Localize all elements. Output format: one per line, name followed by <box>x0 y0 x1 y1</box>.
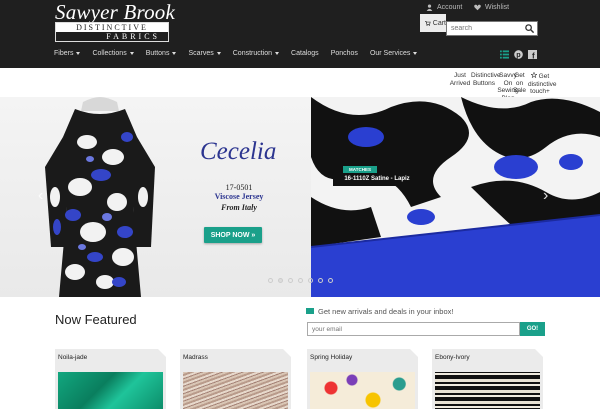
hero-title: Cecelia <box>200 138 277 165</box>
product-name: Noila-jade <box>58 354 88 361</box>
pinterest-icon[interactable]: p <box>514 50 523 59</box>
main-nav: Fibers Collections Buttons Scarves Construct… <box>54 50 429 57</box>
nav-item-label: Ponchos <box>330 50 358 57</box>
mail-icon <box>306 308 314 314</box>
dress-image <box>45 97 155 297</box>
cart-label: Cart <box>432 19 446 27</box>
section-title: Now Featured <box>55 312 137 327</box>
heart-icon <box>474 4 481 11</box>
product-card[interactable]: Noila-jade <box>55 349 166 409</box>
hero-slider[interactable]: Cecelia 17-0501 Viscose Jersey From Ital… <box>0 97 600 297</box>
email-field[interactable] <box>307 322 520 336</box>
newsletter-text: Get new arrivals and deals in your inbox… <box>318 307 454 316</box>
nav-item-label: Buttons <box>145 50 170 57</box>
caret-down-icon <box>413 52 418 55</box>
slide-dot[interactable] <box>328 278 333 283</box>
nav-item-label: Fibers <box>54 50 74 57</box>
slide-dot[interactable] <box>308 278 313 283</box>
subnav-distinctive-touch[interactable]: Get distinctive touch+ <box>528 71 557 96</box>
product-card[interactable]: Madrass <box>180 349 291 409</box>
logo-line-fabrics: FABRICS <box>106 32 160 41</box>
svg-text:f: f <box>532 52 535 59</box>
slide-dot[interactable] <box>278 278 283 283</box>
product-name: Ebony-Ivory <box>435 354 470 361</box>
wishlist-label: Wishlist <box>485 4 510 11</box>
nav-item-label: Scarves <box>188 50 214 57</box>
nav-item-collections[interactable]: Collections <box>92 50 139 57</box>
caret-down-icon <box>216 52 221 55</box>
caret-down-icon <box>129 52 134 55</box>
nav-item-our-services[interactable]: Our Services <box>370 50 423 57</box>
svg-text:p: p <box>516 50 521 59</box>
slide-dot[interactable] <box>288 278 293 283</box>
slide-dot[interactable] <box>268 278 273 283</box>
fabric-pattern-image <box>311 97 600 297</box>
cart-icon <box>425 20 431 26</box>
matches-tag: MATCHES WITH <box>343 166 377 179</box>
nav-item-label: Construction <box>232 50 273 57</box>
account-link[interactable]: Account <box>426 4 462 11</box>
caret-down-icon <box>172 52 177 55</box>
list-icon[interactable] <box>500 50 509 59</box>
cart-button[interactable]: Cart <box>420 14 446 32</box>
hero-slide-right: › <box>311 97 600 297</box>
slide-dots <box>268 278 333 283</box>
next-arrow-icon[interactable]: › <box>543 187 548 205</box>
logo-line-distinctive: DISTINCTIVE <box>56 23 168 32</box>
caret-down-icon <box>275 52 280 55</box>
nav-item-fibers[interactable]: Fibers <box>54 50 86 57</box>
subnav-just-arrived[interactable]: Just Arrived <box>449 72 471 87</box>
nav-item-scarves[interactable]: Scarves <box>188 50 226 57</box>
product-name: Spring Holiday <box>310 354 353 361</box>
card-corner <box>283 349 291 357</box>
slide-dot[interactable] <box>318 278 323 283</box>
product-card[interactable]: Ebony-Ivory <box>432 349 543 409</box>
product-swatch <box>310 372 415 409</box>
star-icon <box>530 71 538 79</box>
facebook-icon[interactable]: f <box>528 50 537 59</box>
search-icon[interactable] <box>524 23 535 34</box>
person-icon <box>426 4 433 11</box>
subnav-distinctive-buttons[interactable]: Distinctive Buttons <box>471 72 501 87</box>
shop-now-button[interactable]: SHOP NOW » <box>204 227 262 243</box>
search-box <box>446 21 538 36</box>
search-input[interactable] <box>447 22 523 35</box>
logo-subtitle-box[interactable]: DISTINCTIVE FABRICS <box>55 22 169 42</box>
card-corner <box>158 349 166 357</box>
nav-item-label: Catalogs <box>291 50 319 57</box>
hero-code: 17-0501 <box>225 183 253 192</box>
caret-down-icon <box>76 52 81 55</box>
account-label: Account <box>437 4 463 11</box>
product-swatch <box>58 372 163 409</box>
nav-item-label: Collections <box>92 50 127 57</box>
prev-arrow-icon[interactable]: ‹ <box>38 187 43 205</box>
nav-item-construction[interactable]: Construction <box>233 50 285 57</box>
matches-item[interactable]: 16-1110Z Satine - Lapiz <box>333 173 421 186</box>
card-corner <box>410 349 418 357</box>
site-header: Sawyer Brook DISTINCTIVE FABRICS Account… <box>0 0 600 68</box>
nav-item-label: Our Services <box>369 50 411 57</box>
nav-item-buttons[interactable]: Buttons <box>146 50 183 57</box>
hero-fabric: Viscose Jersey <box>214 192 264 201</box>
product-swatch <box>183 372 288 409</box>
hero-slide-left: Cecelia 17-0501 Viscose Jersey From Ital… <box>0 97 311 297</box>
subnav-on-sale[interactable]: Get on Sale <box>511 72 528 95</box>
product-card[interactable]: Spring Holiday <box>307 349 418 409</box>
subscribe-button[interactable]: GO! <box>520 322 545 336</box>
card-corner <box>535 349 543 357</box>
product-swatch <box>435 372 540 409</box>
nav-item-ponchos[interactable]: Ponchos <box>331 50 364 57</box>
slide-dot[interactable] <box>298 278 303 283</box>
wishlist-link[interactable]: Wishlist <box>474 4 509 11</box>
nav-item-catalogs[interactable]: Catalogs <box>291 50 325 57</box>
product-name: Madrass <box>183 354 208 361</box>
hero-origin: From Italy <box>221 203 257 212</box>
